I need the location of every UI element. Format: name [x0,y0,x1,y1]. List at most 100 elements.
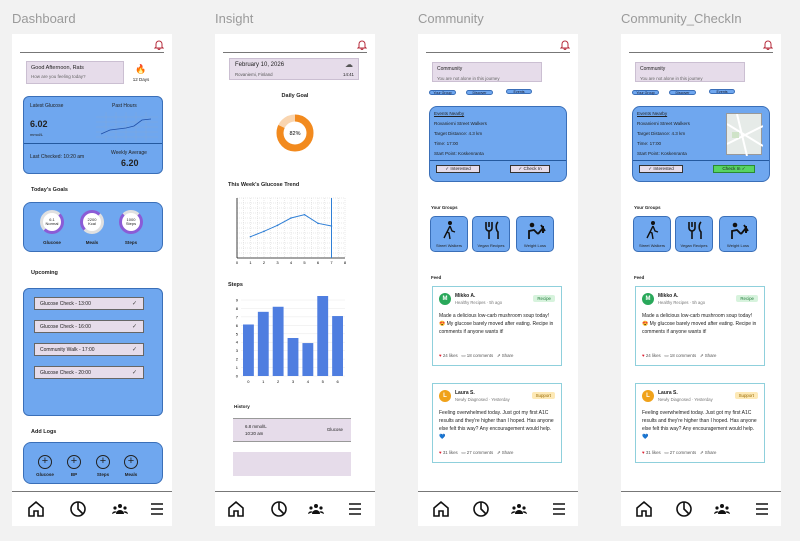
log-label: BP [70,472,78,477]
upcoming-item[interactable]: Community Walk - 17:00 ✓ [34,343,144,356]
weekly-average-value: 6.20 [121,158,139,168]
pie-chart-icon[interactable] [675,500,693,518]
community-icon[interactable] [713,500,731,518]
home-icon[interactable] [635,500,653,518]
todays-goals-title: Today's Goals [31,187,68,193]
group-weight-loss[interactable]: Weight Loss [719,216,757,252]
community-icon[interactable] [111,500,129,518]
chip-your-group[interactable]: Your Group [429,90,456,95]
pie-chart-icon[interactable] [270,500,288,518]
steps-bar [302,343,314,376]
bell-icon[interactable] [560,39,570,50]
menu-icon[interactable] [753,500,771,518]
home-icon[interactable] [227,500,245,518]
menu-icon[interactable] [550,500,568,518]
add-bp-icon[interactable]: + [67,455,81,469]
feed-post[interactable]: L Laura S. Newly Diagnosed · Yesterday S… [635,383,765,463]
glucose-unit: mmol/L [30,132,44,137]
community-icon[interactable] [307,500,325,518]
avatar: L [642,390,654,402]
interested-button[interactable]: ✓ Interested [639,165,683,173]
post-tag: Support [531,392,555,399]
comment-icon[interactable]: ▭ [664,450,668,455]
steps-bar [257,311,269,376]
insight-frame: February 10, 2026 Rovaniemi, Finland ☁ 1… [215,34,375,526]
chip-events[interactable]: Events [709,89,735,94]
add-steps-icon[interactable]: + [96,455,110,469]
glucose-card[interactable]: Latest Glucose 6.02 mmol/L Past Hours La… [23,96,163,174]
events-card[interactable]: Events Nearby Rovaniemi Street Walkers T… [429,106,567,182]
goal-meals-ring[interactable]: 2200 Kcal [80,210,104,234]
chip-discover[interactable]: Discover [669,90,696,95]
share-icon[interactable]: ⇗ [497,450,501,455]
history-time: 10:20 am [245,431,264,436]
x-tick-label: 3 [292,379,295,384]
y-tick-label: 2 [236,357,239,362]
steps-bar [243,324,254,376]
feed-post[interactable]: L Laura S. Newly Diagnosed · Yesterday S… [432,383,562,463]
group-weight-loss[interactable]: Weight Loss [516,216,554,252]
goal-glucose-ring[interactable]: 6.1 Normal [40,210,64,234]
x-tick-label: 5 [322,379,325,384]
post-meta: Healthy Recipes · 5h ago [658,300,706,305]
post-author: Laura S. [455,390,475,396]
events-card[interactable]: Events Nearby Rovaniemi Street Walkers T… [632,106,770,182]
heart-icon[interactable]: ♥ [642,450,645,455]
comment-icon[interactable]: ▭ [461,450,465,455]
goals-card[interactable]: 6.1 Normal 2200 Kcal 1000 Steps Glucose Mea… [23,202,163,252]
share-icon[interactable]: ⇗ [700,450,704,455]
goal-steps-label: Steps [124,240,138,245]
event-map[interactable] [726,113,764,157]
goal-steps-ring[interactable]: 1000 Steps [119,210,143,234]
history-item[interactable]: 6.8 mmol/L 10:20 am Glucose [233,418,351,442]
community-frame: Community You are not alone in this jour… [418,34,578,526]
checked-in-button[interactable]: Check In ✓ [713,165,755,173]
interested-button[interactable]: ✓ Interested [436,165,480,173]
share-icon[interactable]: ⇗ [700,353,704,358]
heart-icon[interactable]: ♥ [439,353,442,358]
group-street-walkers[interactable]: Street Walkers [430,216,468,252]
chip-events[interactable]: Events [506,89,532,94]
group-street-walkers[interactable]: Street Walkers [633,216,671,252]
share-icon[interactable]: ⇗ [497,353,501,358]
utensils-icon [485,221,499,239]
history-item-empty[interactable] [233,452,351,476]
comment-icon[interactable]: ▭ [664,353,668,358]
group-vegan-recipes[interactable]: Vegan Recipes [675,216,713,252]
upcoming-item[interactable]: Glucose Check - 20:00 ✓ [34,366,144,379]
post-meta: Healthy Recipes · 5h ago [455,300,503,305]
chip-your-group[interactable]: Your Group [632,90,659,95]
community-title: Community [437,66,463,72]
add-glucose-icon[interactable]: + [38,455,52,469]
goal-meals-label: Meals [85,240,99,245]
latest-glucose-value: 6.02 [30,119,48,129]
check-in-button[interactable]: ✓ Check In [510,165,550,173]
group-vegan-recipes[interactable]: Vegan Recipes [472,216,510,252]
feed-post[interactable]: M Mikko A. Healthy Recipes · 5h ago Reci… [432,286,562,366]
add-meals-icon[interactable]: + [124,455,138,469]
bell-icon[interactable] [154,39,164,50]
menu-icon[interactable] [346,500,364,518]
pie-chart-icon[interactable] [472,500,490,518]
chip-discover[interactable]: Discover [466,90,493,95]
heart-icon[interactable]: ♥ [439,450,442,455]
add-logs-card: + + + + Glucose BP Steps Meals [23,442,163,484]
check-icon: ✓ [131,347,137,353]
steps-bar-chart: 9 8 7 6 5 4 3 2 1 0 0 1 2 3 4 5 6 [236,296,345,384]
post-actions: ♥ 31 likes ▭ 27 comments ⇗ Share [642,450,717,455]
bell-icon[interactable] [763,39,773,50]
feed-post[interactable]: M Mikko A. Healthy Recipes · 5h ago Reci… [635,286,765,366]
bell-icon[interactable] [357,39,367,50]
upcoming-item[interactable]: Glucose Check - 16:00 ✓ [34,320,144,333]
community-header: Community You are not alone in this jour… [635,62,745,82]
post-actions: ♥ 24 likes ▭ 18 comments ⇗ Share [439,353,514,358]
comment-icon[interactable]: ▭ [461,353,465,358]
history-title: History [234,404,250,409]
menu-icon[interactable] [148,500,166,518]
upcoming-item[interactable]: Glucose Check - 13:00 ✓ [34,297,144,310]
heart-icon[interactable]: ♥ [642,353,645,358]
home-icon[interactable] [432,500,450,518]
community-icon[interactable] [510,500,528,518]
pie-chart-icon[interactable] [69,500,87,518]
home-icon[interactable] [27,500,45,518]
